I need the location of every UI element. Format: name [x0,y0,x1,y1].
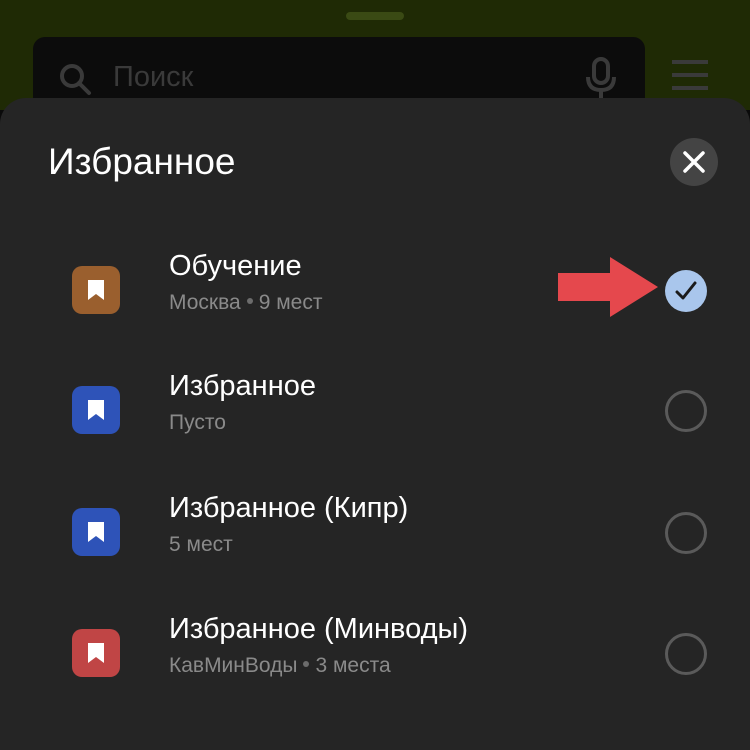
radio-unselected[interactable] [665,390,707,432]
list-item-title: Избранное [169,370,316,402]
sheet-title: Избранное [48,141,236,182]
grab-handle[interactable] [346,12,404,20]
bookmark-icon [72,386,120,434]
bookmark-icon [72,266,120,314]
radio-unselected[interactable] [665,633,707,675]
list-item-izbrannoe-minvody[interactable]: Избранное (Минводы) КавМинВоды 3 места [0,589,750,709]
list-item-izbrannoe[interactable]: Избранное Пусто [0,346,750,466]
menu-icon[interactable] [672,60,708,92]
list-item-izbrannoe-kipr[interactable]: Избранное (Кипр) 5 мест [0,468,750,588]
annotation-arrow-icon [558,257,658,317]
check-icon [675,281,697,300]
list-item-subtitle: КавМинВоды 3 места [169,654,391,677]
list-item-subtitle: 5 мест [169,533,233,556]
list-item-title: Обучение [169,250,302,282]
list-item-subtitle: Москва 9 мест [169,291,323,314]
list-item-title: Избранное (Минводы) [169,613,469,645]
favorites-sheet: Избранное Обучение Москва 9 мест Избранн… [0,98,750,750]
radio-selected[interactable] [665,270,707,312]
bookmark-icon [72,629,120,677]
search-icon [57,61,93,97]
radio-unselected[interactable] [665,512,707,554]
list-item-title: Избранное (Кипр) [169,492,409,524]
close-button[interactable] [670,138,718,186]
screen: Поиск Избранное Обучение Москва 9 мест И… [0,0,750,750]
close-icon [683,151,705,173]
list-item-subtitle: Пусто [169,411,226,434]
mic-icon[interactable] [583,57,619,101]
search-placeholder[interactable]: Поиск [113,61,193,94]
bookmark-icon [72,508,120,556]
